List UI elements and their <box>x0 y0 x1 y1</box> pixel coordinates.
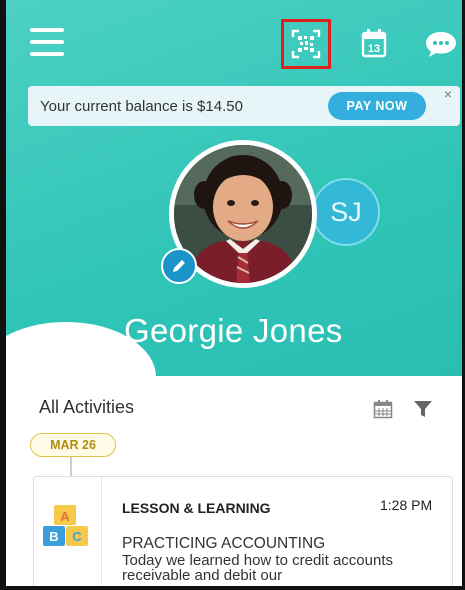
close-icon[interactable]: × <box>444 86 452 102</box>
secondary-profile-avatar[interactable]: SJ <box>312 178 380 246</box>
date-badge: MAR 26 <box>30 433 116 457</box>
calendar-day: 13 <box>368 43 380 55</box>
qr-code-button[interactable] <box>281 19 331 69</box>
svg-text:C: C <box>72 529 82 544</box>
calendar-icon <box>373 400 393 419</box>
activity-time: 1:28 PM <box>380 497 433 513</box>
child-name: Georgie Jones <box>124 312 343 349</box>
chat-bubble-icon <box>426 32 456 57</box>
pencil-icon <box>173 260 185 272</box>
app-frame: 13 Your current balance is $14.50 PAY NO… <box>0 0 465 590</box>
abc-blocks-icon: A B C <box>43 505 88 546</box>
hamburger-menu-icon[interactable] <box>30 28 64 62</box>
calendar-filter-button[interactable] <box>373 399 393 419</box>
edit-avatar-button[interactable] <box>161 248 197 284</box>
calendar-icon: 13 <box>361 29 387 58</box>
svg-text:A: A <box>60 509 70 524</box>
balance-text: Your current balance is $14.50 <box>40 97 243 115</box>
balance-banner: Your current balance is $14.50 PAY NOW × <box>28 86 460 126</box>
activities-title: All Activities <box>39 397 135 417</box>
filter-icon <box>414 401 432 417</box>
filter-button[interactable] <box>413 399 433 419</box>
chat-button[interactable] <box>424 30 458 58</box>
qr-code-icon <box>291 29 321 59</box>
timeline-line <box>70 457 72 477</box>
activity-type: LESSON & LEARNING <box>122 500 271 516</box>
activity-body: Today we learned how to credit accounts … <box>122 552 393 584</box>
pay-now-button[interactable]: PAY NOW <box>328 92 426 120</box>
activity-title: PRACTICING ACCOUNTING <box>122 535 326 552</box>
activity-card[interactable]: A B C LESSON & LEARNING 1:28 PM PRACTICI… <box>33 476 453 586</box>
svg-text:B: B <box>49 529 58 544</box>
calendar-button[interactable]: 13 <box>361 28 387 58</box>
activity-icon-box: A B C <box>34 477 102 586</box>
